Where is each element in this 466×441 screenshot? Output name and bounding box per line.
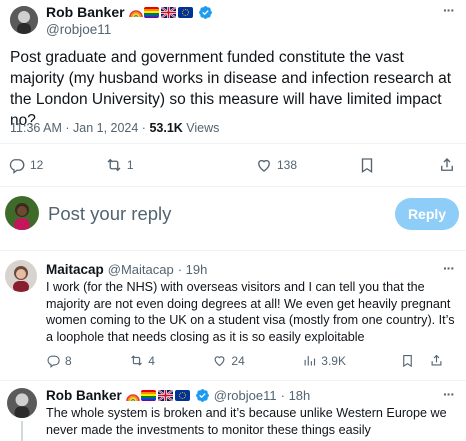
reply2-text: The whole system is broken and it’s beca… [46, 406, 447, 437]
views-label: Views [186, 121, 220, 135]
like-count: 138 [276, 158, 298, 172]
reply2-header: Rob Banker @robjoe11 · 18h [46, 388, 310, 403]
reply-input[interactable]: Post your reply [48, 203, 171, 225]
reply1-more-options-icon[interactable]: ··· [443, 260, 455, 276]
reply1-header: Maitacap @Maitacap · 19h [46, 262, 207, 277]
main-tweet-header: Rob Banker [46, 4, 213, 20]
eu-flag-icon [177, 6, 193, 18]
reply-icon [9, 159, 25, 174]
name-emoji-flags [125, 390, 191, 402]
eu-flag-icon [174, 390, 190, 401]
tweet-meta: 11:36 AM · Jan 1, 2024 · 53.1K Views [10, 121, 219, 135]
bookmark-icon[interactable] [400, 353, 415, 368]
share-icon[interactable] [429, 353, 444, 368]
tweet-text: Post graduate and government funded cons… [10, 49, 452, 129]
reply1-avatar[interactable] [5, 260, 37, 292]
reply1-retweet-count: 4 [148, 353, 155, 368]
thread-line [21, 421, 23, 441]
reply1-action-bar: 8 4 24 3.9K [46, 353, 346, 368]
reply2-handle[interactable]: @robjoe11 [214, 388, 277, 403]
author-handle[interactable]: @robjoe11 [46, 22, 111, 37]
retweet-action[interactable]: 1 [105, 156, 134, 174]
reply1-reply-count: 8 [65, 353, 72, 368]
name-emoji-flags [128, 6, 194, 18]
reply1-views-action[interactable]: 3.9K [302, 353, 346, 368]
rainbow-icon [125, 393, 140, 401]
uk-flag-icon [160, 6, 176, 18]
reply2-more-options-icon[interactable]: ··· [443, 386, 455, 402]
author-name[interactable]: Rob Banker [46, 4, 125, 20]
retweet-count: 1 [126, 158, 134, 172]
retweet-icon [107, 158, 121, 172]
author-avatar[interactable] [10, 6, 38, 34]
reply1-text: I work (for the NHS) with overseas visit… [46, 280, 455, 344]
reply2-age[interactable]: · 18h [281, 388, 311, 403]
reply-count: 12 [30, 158, 44, 172]
divider [0, 380, 466, 381]
pride-flag-icon [143, 6, 159, 18]
person-photo-icon [5, 260, 37, 292]
tweet-action-bar: 12 1 138 [8, 156, 456, 174]
tweet-timestamp[interactable]: 11:36 AM · Jan 1, 2024 · [10, 121, 146, 135]
reply-button[interactable]: Reply [395, 198, 459, 230]
verified-badge-icon[interactable] [195, 388, 210, 403]
reply2-author-name[interactable]: Rob Banker [46, 388, 122, 403]
reply1-retweet-action[interactable]: 4 [129, 353, 155, 368]
rainbow-icon [128, 10, 143, 18]
view-count: 53.1K [149, 121, 183, 135]
reply1-like-count: 24 [231, 353, 245, 368]
analytics-icon [304, 356, 316, 366]
divider [0, 143, 466, 144]
reply-action[interactable]: 12 [8, 156, 43, 174]
reply2-avatar[interactable] [7, 388, 37, 418]
reply1-like-action[interactable]: 24 [212, 353, 245, 368]
pride-flag-icon [140, 390, 156, 401]
bookmark-action[interactable] [358, 156, 376, 174]
person-photo-icon [7, 388, 37, 418]
current-user-avatar[interactable] [5, 196, 39, 230]
user-photo-icon [5, 196, 39, 230]
bookmark-icon [362, 158, 373, 174]
reply-icon [47, 355, 60, 368]
retweet-icon [131, 355, 143, 366]
reply1-view-count: 3.9K [321, 353, 346, 368]
share-icon [441, 158, 453, 171]
heart-icon [214, 356, 225, 367]
divider [0, 250, 466, 251]
reply1-reply-action[interactable]: 8 [46, 353, 72, 368]
more-options-icon[interactable]: ··· [443, 2, 455, 18]
share-action[interactable] [438, 156, 456, 174]
heart-icon [258, 159, 270, 172]
reply1-extra-actions [400, 353, 444, 368]
uk-flag-icon [157, 390, 173, 401]
verified-badge-icon[interactable] [198, 5, 213, 20]
divider [0, 186, 466, 187]
reply1-author-name[interactable]: Maitacap [46, 262, 104, 277]
reply1-age[interactable]: · 19h [178, 262, 208, 277]
like-action[interactable]: 138 [255, 156, 297, 174]
person-photo-icon [10, 6, 38, 34]
reply1-handle[interactable]: @Maitacap [108, 262, 174, 277]
